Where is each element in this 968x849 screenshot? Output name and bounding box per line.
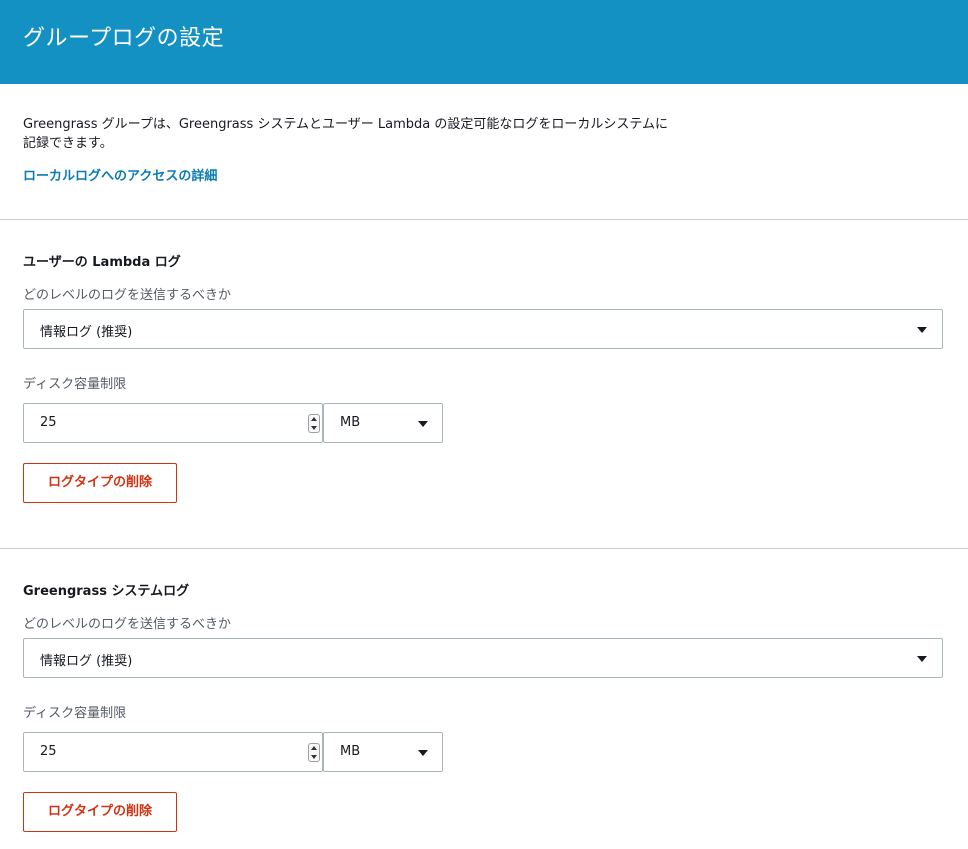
- spin-up-icon: [311, 417, 317, 421]
- log-level-label: どのレベルのログを送信するべきか: [23, 617, 232, 632]
- caret-down-icon: [418, 750, 428, 756]
- spin-up-icon: [311, 746, 317, 750]
- system-disk-unit-select[interactable]: MB: [323, 732, 443, 772]
- disk-limit-value: 25: [40, 744, 57, 759]
- section-title-system-logs: Greengrass システムログ: [23, 584, 190, 599]
- disk-unit-value: MB: [340, 744, 361, 759]
- page-title: グループログの設定: [23, 26, 225, 51]
- section-title-lambda-logs: ユーザーの Lambda ログ: [23, 255, 181, 270]
- delete-lambda-log-type-button[interactable]: ログタイプの削除: [23, 463, 177, 503]
- disk-unit-value: MB: [340, 415, 361, 430]
- log-level-value: 情報ログ (推奨): [40, 325, 133, 340]
- system-log-level-select[interactable]: 情報ログ (推奨): [23, 638, 943, 678]
- log-level-value: 情報ログ (推奨): [40, 654, 133, 669]
- section-divider: [0, 548, 968, 549]
- lambda-disk-limit-input[interactable]: 25: [23, 403, 323, 443]
- page-header: グループログの設定: [0, 0, 968, 84]
- disk-limit-label: ディスク容量制限: [23, 377, 127, 392]
- system-disk-limit-input[interactable]: 25: [23, 732, 323, 772]
- delete-system-log-type-button[interactable]: ログタイプの削除: [23, 792, 177, 832]
- caret-down-icon: [917, 656, 927, 662]
- disk-limit-label: ディスク容量制限: [23, 706, 127, 721]
- log-level-label: どのレベルのログを送信するべきか: [23, 288, 232, 303]
- intro-description: Greengrass グループは、Greengrass システムとユーザー La…: [23, 117, 669, 151]
- caret-down-icon: [418, 421, 428, 427]
- lambda-disk-unit-select[interactable]: MB: [323, 403, 443, 443]
- spinner-updown-icon[interactable]: [308, 743, 320, 762]
- spin-down-icon: [311, 426, 317, 430]
- spin-down-icon: [311, 755, 317, 759]
- caret-down-icon: [917, 327, 927, 333]
- disk-limit-value: 25: [40, 415, 57, 430]
- local-logs-help-link[interactable]: ローカルログへのアクセスの詳細: [23, 165, 217, 184]
- section-divider: [0, 219, 968, 220]
- lambda-log-level-select[interactable]: 情報ログ (推奨): [23, 309, 943, 349]
- spinner-updown-icon[interactable]: [308, 414, 320, 433]
